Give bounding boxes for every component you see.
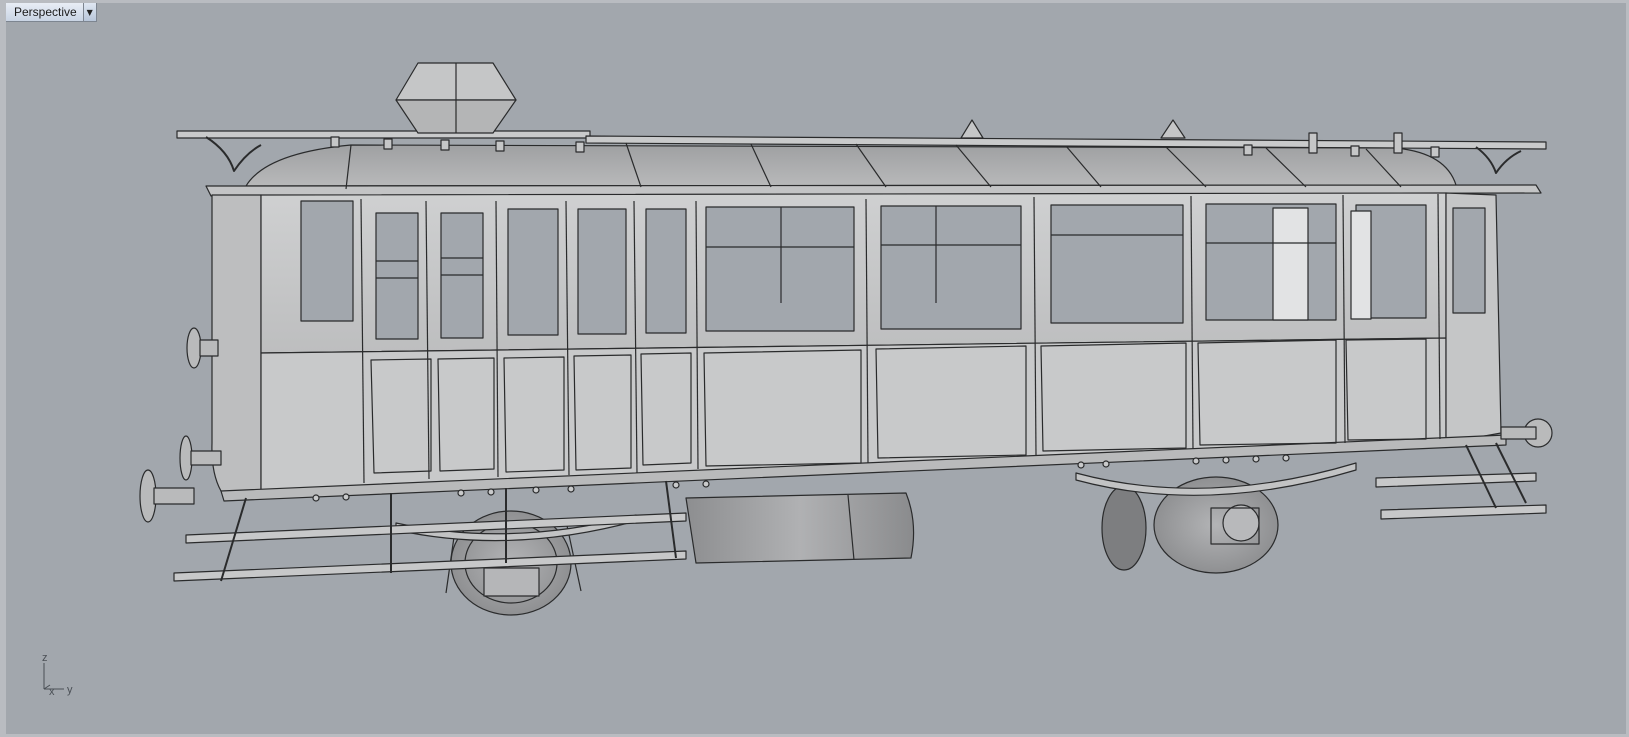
viewport-title-tab[interactable]: Perspective ▼ [6, 3, 97, 22]
axis-x-label: x [49, 686, 55, 698]
chevron-down-icon[interactable]: ▼ [82, 3, 96, 21]
axis-y-label: y [67, 684, 73, 696]
perspective-viewport[interactable]: Perspective ▼ z x y [6, 3, 1626, 734]
roof [205, 142, 1542, 197]
roof-ventilator [395, 62, 517, 134]
viewport-title-label[interactable]: Perspective [6, 3, 83, 21]
axis-z-label: z [42, 652, 48, 664]
underframe-tank [685, 492, 915, 564]
tram-model[interactable] [6, 3, 1626, 734]
axis-widget: z x y [42, 652, 73, 698]
